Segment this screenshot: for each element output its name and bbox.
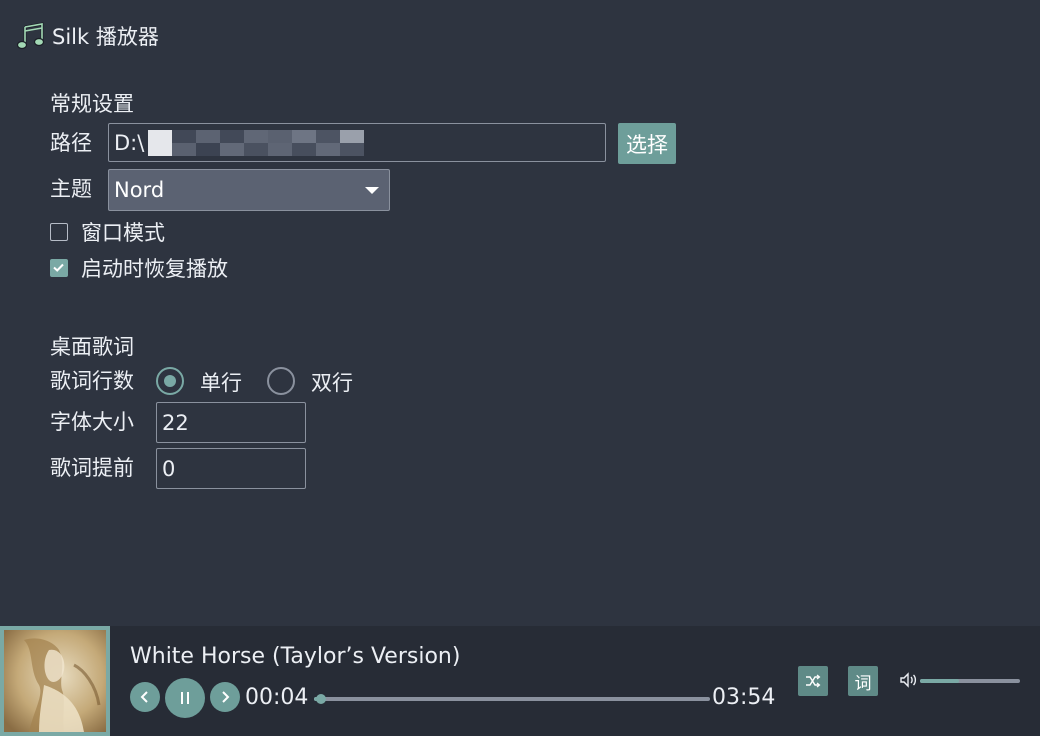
font-size-input[interactable]: 22 <box>156 402 306 443</box>
lyrics-advance-label: 歌词提前 <box>50 456 134 480</box>
resume-checkbox[interactable] <box>50 259 68 277</box>
song-title: White Horse (Taylor’s Version) <box>130 644 461 669</box>
resume-label: 启动时恢复播放 <box>81 257 228 281</box>
lyrics-section-title: 桌面歌词 <box>50 335 134 359</box>
path-input[interactable]: D:\ <box>108 123 606 162</box>
lyrics-button[interactable]: 词 <box>848 666 878 696</box>
album-art <box>4 630 106 732</box>
music-note-icon <box>16 22 45 50</box>
chevron-down-icon <box>365 187 379 194</box>
chevron-left-icon <box>140 691 148 703</box>
next-button[interactable] <box>210 682 240 712</box>
volume-fill <box>920 679 959 683</box>
player-bar: White Horse (Taylor’s Version) 00:04 03:… <box>0 626 1040 736</box>
lyrics-advance-input[interactable]: 0 <box>156 448 306 489</box>
checkmark-icon <box>53 263 64 272</box>
window-mode-label: 窗口模式 <box>81 221 165 245</box>
font-size-label: 字体大小 <box>50 410 134 434</box>
theme-select[interactable]: Nord <box>108 169 390 211</box>
pause-button[interactable] <box>165 678 205 718</box>
redacted-path <box>148 129 389 156</box>
app-title: Silk 播放器 <box>52 25 159 49</box>
single-line-radio[interactable] <box>156 367 184 395</box>
album-cover[interactable] <box>0 626 110 736</box>
path-value: D:\ <box>114 130 145 155</box>
single-line-label: 单行 <box>200 371 242 395</box>
double-line-label: 双行 <box>311 371 353 395</box>
path-label: 路径 <box>50 131 92 155</box>
window-mode-checkbox[interactable] <box>50 223 68 241</box>
double-line-radio[interactable] <box>267 367 295 395</box>
theme-value: Nord <box>114 178 165 202</box>
lyrics-rows-label: 歌词行数 <box>50 369 134 393</box>
pause-icon <box>181 692 189 704</box>
title-bar: Silk 播放器 <box>16 20 159 52</box>
choose-button[interactable]: 选择 <box>618 123 676 164</box>
progress-handle[interactable] <box>316 694 326 704</box>
current-time: 00:04 <box>245 685 309 710</box>
total-time: 03:54 <box>712 685 776 710</box>
theme-label: 主题 <box>50 177 92 201</box>
settings-window: Silk 播放器 常规设置 路径 D:\ 选择 主题 Nord 窗口模式 启动时… <box>0 0 1040 736</box>
shuffle-button[interactable] <box>798 666 828 696</box>
previous-button[interactable] <box>130 682 160 712</box>
volume-slider[interactable] <box>920 679 1020 683</box>
shuffle-icon <box>806 674 821 688</box>
general-section-title: 常规设置 <box>50 92 134 116</box>
speaker-icon[interactable] <box>898 670 918 690</box>
progress-slider[interactable] <box>314 694 710 704</box>
chevron-right-icon <box>222 691 230 703</box>
